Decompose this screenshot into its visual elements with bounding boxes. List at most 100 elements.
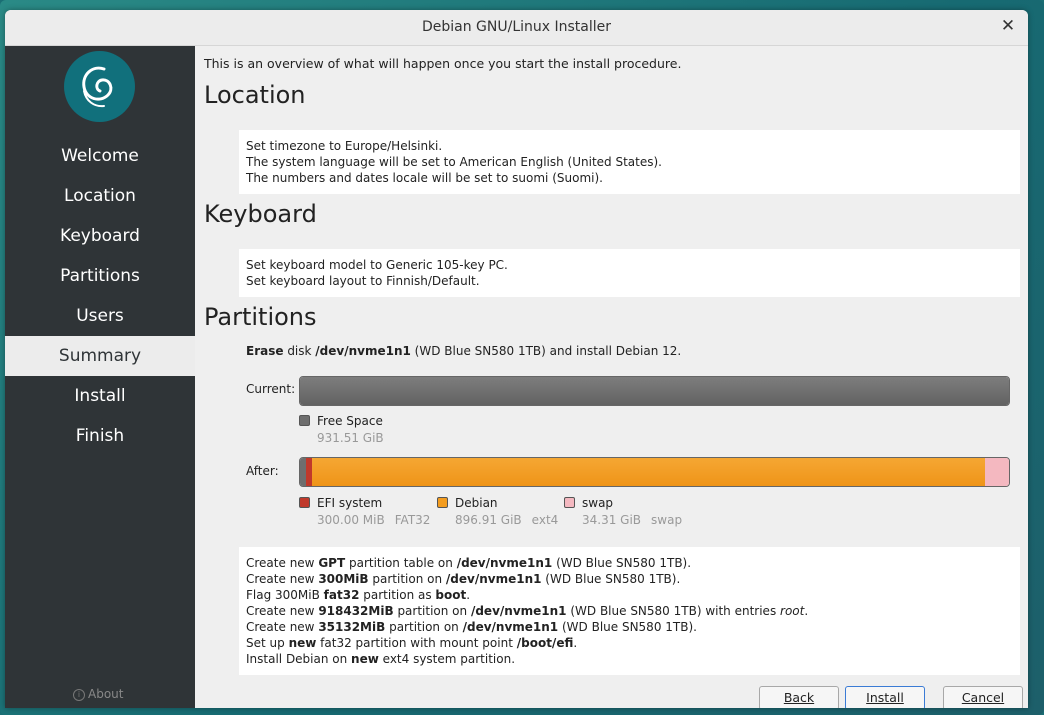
disk-name: /dev/nvme1n1 (315, 344, 411, 358)
erase-text: (WD Blue SN580 1TB) and install Debian 1… (410, 344, 682, 358)
operation-line: Flag 300MiB fat32 partition as boot. (239, 587, 1020, 603)
legend-swatch (299, 415, 310, 426)
legend-size: 896.91 GiB (455, 513, 522, 527)
operation-line: Create new 300MiB partition on /dev/nvme… (239, 571, 1020, 587)
operation-text: partition on (393, 604, 471, 618)
back-button[interactable]: Back (759, 686, 839, 708)
current-label: Current: (246, 382, 296, 396)
location-line: Set timezone to Europe/Helsinki. (246, 139, 443, 153)
sidebar-item-keyboard[interactable]: Keyboard (5, 216, 195, 256)
legend-swatch (437, 497, 448, 508)
operation-text: Create new (246, 572, 319, 586)
after-partition-bar (299, 457, 1010, 487)
legend-name: Free Space (317, 414, 383, 428)
operation-emphasis: new (351, 652, 379, 666)
operation-emphasis: /dev/nvme1n1 (456, 556, 553, 570)
current-partition-bar (299, 376, 1010, 406)
operation-text: (WD Blue SN580 1TB) with entries (566, 604, 781, 618)
operation-text: . (466, 588, 471, 602)
legend-size: 931.51 GiB (317, 431, 384, 445)
legend-details: 34.31 GiB swap (582, 513, 692, 527)
operation-emphasis: /dev/nvme1n1 (445, 572, 542, 586)
operation-text: Install Debian on (246, 652, 352, 666)
free-space-segment (300, 377, 1009, 405)
operation-emphasis: new (288, 636, 317, 650)
legend-swatch (299, 497, 310, 508)
legend-name: Debian (455, 496, 498, 510)
location-line: The numbers and dates locale will be set… (246, 171, 603, 185)
back-button-label: Back (783, 690, 815, 705)
location-heading: Location (204, 81, 306, 109)
install-button[interactable]: Install (845, 686, 925, 708)
operation-text: fat32 partition with mount point (316, 636, 517, 650)
operation-text: partition table on (345, 556, 457, 570)
sidebar-item-partitions[interactable]: Partitions (5, 256, 195, 296)
operation-emphasis: /dev/nvme1n1 (470, 604, 567, 618)
operation-text: (WD Blue SN580 1TB). (541, 572, 681, 586)
about-link[interactable]: i About (73, 687, 123, 701)
sidebar-item-summary[interactable]: Summary (5, 336, 195, 376)
sidebar-item-welcome[interactable]: Welcome (5, 136, 195, 176)
operation-text: . (573, 636, 578, 650)
operation-text: partition on (368, 572, 446, 586)
operation-text: (WD Blue SN580 1TB). (552, 556, 692, 570)
erase-summary: Erase disk /dev/nvme1n1 (WD Blue SN580 1… (246, 344, 681, 358)
debian-segment (312, 458, 985, 486)
operation-line: Create new 918432MiB partition on /dev/n… (239, 603, 1020, 619)
operation-emphasis: /boot/efi (516, 636, 574, 650)
window-title: Debian GNU/Linux Installer (421, 19, 612, 35)
operation-line: Set up new fat32 partition with mount po… (239, 635, 1020, 651)
sidebar-item-users[interactable]: Users (5, 296, 195, 336)
summary-page: This is an overview of what will happen … (195, 46, 1028, 708)
location-box: Set timezone to Europe/Helsinki. The sys… (239, 130, 1020, 194)
about-label: About (88, 687, 124, 701)
operation-text: root (780, 604, 805, 618)
operation-text: (WD Blue SN580 1TB). (558, 620, 697, 634)
operation-text: Create new (246, 620, 319, 634)
operation-text: partition as (359, 588, 436, 602)
installer-window: Debian GNU/Linux Installer ✕ Welcome Loca… (5, 10, 1028, 708)
swap-segment (985, 458, 1009, 486)
legend-filesystem: FAT32 (394, 513, 431, 527)
operation-emphasis: /dev/nvme1n1 (462, 620, 559, 634)
operation-line: Create new GPT partition table on /dev/n… (239, 555, 1020, 571)
keyboard-line: Set keyboard model to Generic 105-key PC… (246, 258, 508, 272)
legend-name: EFI system (317, 496, 383, 510)
legend-filesystem: swap (651, 513, 683, 527)
legend-size: 34.31 GiB (582, 513, 642, 527)
operation-text: ext4 system partition. (378, 652, 516, 666)
operation-text: Create new (246, 556, 319, 570)
operation-emphasis: 35132MiB (318, 620, 386, 634)
info-icon: i (73, 689, 85, 701)
sidebar-item-install[interactable]: Install (5, 376, 195, 416)
keyboard-line: Set keyboard layout to Finnish/Default. (246, 274, 480, 288)
operation-line: Install Debian on new ext4 system partit… (239, 651, 1020, 667)
erase-label: Erase (246, 344, 284, 358)
legend-name: swap (582, 496, 614, 510)
sidebar: Welcome Location Keyboard Partitions Users Su… (5, 46, 195, 708)
sidebar-item-finish[interactable]: Finish (5, 416, 195, 456)
after-label: After: (246, 464, 279, 478)
cancel-button[interactable]: Cancel (943, 686, 1023, 708)
titlebar: Debian GNU/Linux Installer ✕ (5, 10, 1028, 46)
sidebar-item-location[interactable]: Location (5, 176, 195, 216)
location-line: The system language will be set to Ameri… (246, 155, 662, 169)
close-icon[interactable]: ✕ (998, 16, 1018, 36)
operation-emphasis: 918432MiB (318, 604, 394, 618)
operation-emphasis: 300MiB (318, 572, 369, 586)
legend-swatch (564, 497, 575, 508)
erase-text: disk (283, 344, 316, 358)
debian-swirl-icon (82, 66, 113, 108)
operations-box: Create new GPT partition table on /dev/n… (239, 547, 1020, 675)
intro-text: This is an overview of what will happen … (204, 56, 682, 71)
operation-text: Flag 300MiB (246, 588, 324, 602)
operation-text: Create new (246, 604, 319, 618)
legend-details: 896.91 GiB ext4 (455, 513, 568, 527)
legend-details: 931.51 GiB (317, 431, 404, 445)
keyboard-box: Set keyboard model to Generic 105-key PC… (239, 249, 1020, 297)
operation-line: Create new 35132MiB partition on /dev/nv… (239, 619, 1020, 635)
legend-size: 300.00 MiB (317, 513, 385, 527)
debian-logo (64, 51, 135, 122)
legend-details: 300.00 MiB FAT32 (317, 513, 440, 527)
partitions-heading: Partitions (204, 303, 317, 331)
